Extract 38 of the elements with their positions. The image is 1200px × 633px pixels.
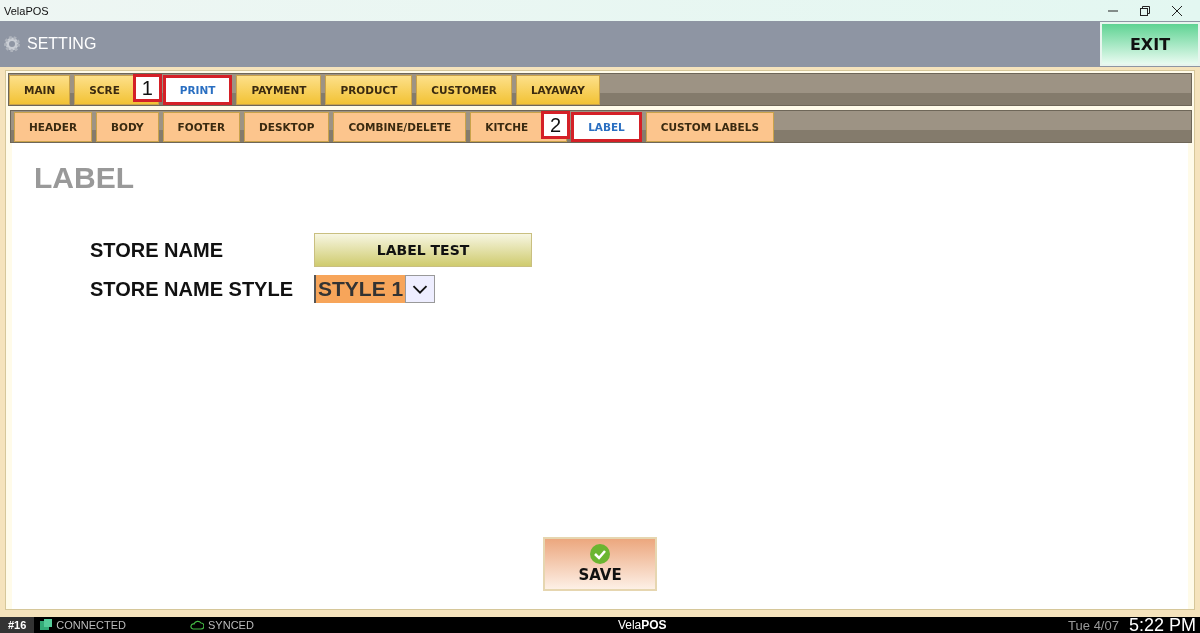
checkmark-icon xyxy=(590,544,610,564)
tab[interactable]: LAYAWAY xyxy=(515,75,600,105)
gear-icon xyxy=(3,35,21,53)
status-date: Tue 4/07 xyxy=(1068,617,1119,633)
tab[interactable]: SCRE 1 xyxy=(74,75,159,105)
status-time: 5:22 PM xyxy=(1128,614,1196,633)
tab[interactable]: LABEL xyxy=(571,112,642,142)
label-test-button[interactable]: LABEL TEST xyxy=(314,233,532,267)
restore-icon[interactable] xyxy=(1140,5,1150,16)
style-dropdown[interactable]: STYLE 1 xyxy=(316,275,406,303)
terminal-number: #16 xyxy=(0,617,35,633)
cloud-icon xyxy=(190,620,205,630)
tab[interactable]: MAIN xyxy=(9,75,71,105)
connection-status: CONNECTED xyxy=(56,619,127,631)
tab[interactable]: FOOTER xyxy=(162,112,240,142)
callout-number: 1 xyxy=(132,74,162,102)
tab[interactable]: COMBINE/DELETE xyxy=(333,112,467,142)
window-title: VelaPOS xyxy=(4,4,49,17)
tab[interactable]: PAYMENT xyxy=(236,75,322,105)
tab[interactable]: PRODUCT xyxy=(325,75,413,105)
tab[interactable]: BODY xyxy=(96,112,159,142)
save-button[interactable]: SAVE xyxy=(543,537,657,591)
tab[interactable]: HEADER xyxy=(14,112,93,142)
field-label: STORE NAME xyxy=(90,238,224,262)
callout-number: 2 xyxy=(541,111,571,139)
screen-title: SETTING xyxy=(27,35,97,53)
tab[interactable]: DESKTOP xyxy=(244,112,330,142)
tab[interactable]: KITCHE 2 xyxy=(470,112,568,142)
brand-name: VelaPOS xyxy=(617,618,667,632)
tab[interactable]: CUSTOMER xyxy=(416,75,512,105)
field-label: STORE NAME STYLE xyxy=(90,277,294,301)
exit-button[interactable]: EXIT xyxy=(1100,22,1200,66)
network-icon xyxy=(40,619,53,631)
tab[interactable]: CUSTOM LABELS xyxy=(645,112,775,142)
tab[interactable]: PRINT xyxy=(162,75,233,105)
close-icon[interactable] xyxy=(1172,5,1182,16)
sync-status: SYNCED xyxy=(208,619,254,631)
section-title: LABEL xyxy=(34,161,135,195)
